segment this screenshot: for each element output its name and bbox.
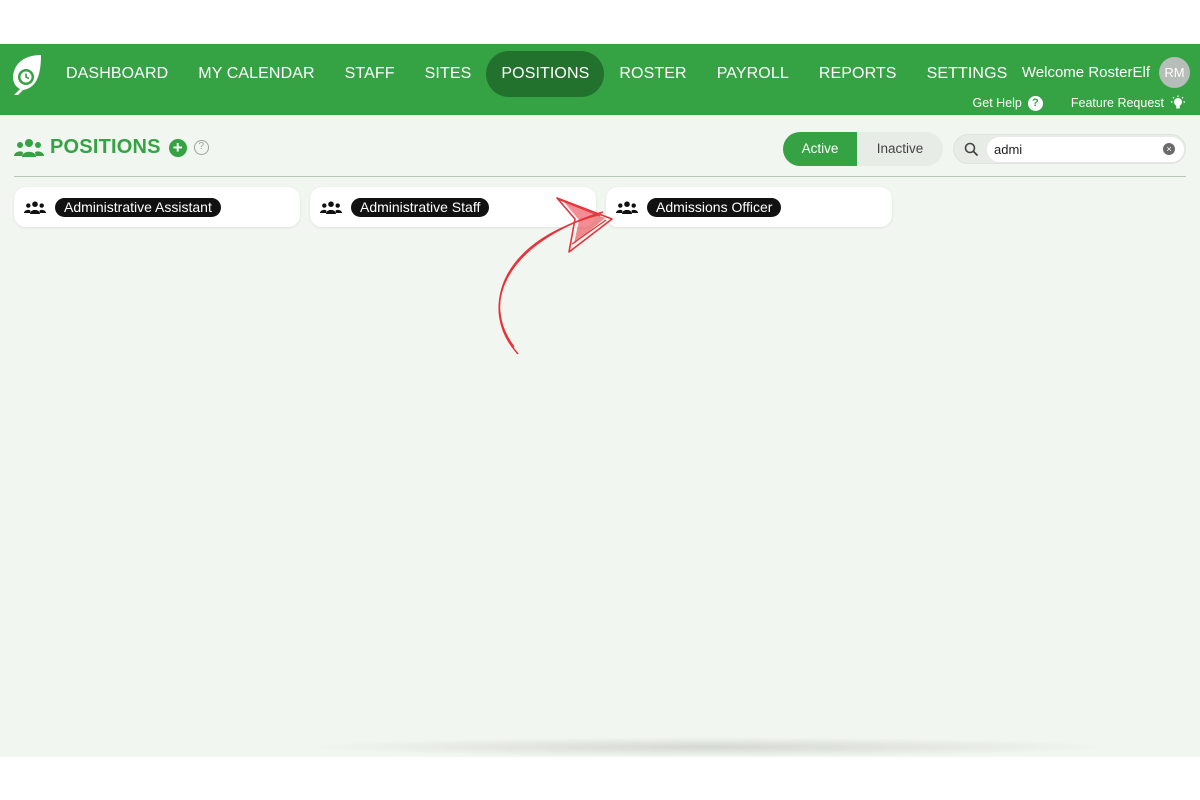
nav-positions[interactable]: POSITIONS [486,51,605,97]
people-group-icon [320,201,342,214]
page-title: POSITIONS [50,136,161,158]
search-box: × [953,134,1186,164]
people-group-icon [14,138,44,157]
nav-roster[interactable]: ROSTER [604,51,701,97]
lightbulb-icon [1171,95,1185,109]
nav-payroll[interactable]: PAYROLL [702,51,804,97]
people-group-icon [616,201,638,214]
add-position-button[interactable]: + [168,138,187,157]
page-header: POSITIONS + ? [14,136,209,159]
nav-my-calendar[interactable]: MY CALENDAR [183,51,329,97]
nav-settings[interactable]: SETTINGS [912,51,1023,97]
avatar[interactable]: RM [1159,57,1190,88]
header-divider [14,176,1186,177]
top-navigation-bar: DASHBOARD MY CALENDAR STAFF SITES POSITI… [0,44,1200,115]
nav-reports[interactable]: REPORTS [804,51,912,97]
search-input[interactable] [987,137,1184,162]
app-frame: DASHBOARD MY CALENDAR STAFF SITES POSITI… [0,44,1200,757]
active-filter-button[interactable]: Active [783,132,857,166]
info-icon[interactable]: ? [193,140,209,155]
position-card[interactable]: Administrative Assistant [14,187,300,227]
position-name: Administrative Staff [351,198,490,217]
position-name: Administrative Assistant [55,198,221,217]
people-group-icon [24,201,46,214]
bottom-shadow [300,737,1120,757]
feature-request-label: Feature Request [1070,96,1164,110]
get-help-link[interactable]: Get Help ? [972,95,1043,111]
get-help-label: Get Help [972,96,1022,110]
main-nav: DASHBOARD MY CALENDAR STAFF SITES POSITI… [51,51,1022,97]
question-circle-icon: ? [1027,95,1043,111]
nav-dashboard[interactable]: DASHBOARD [51,51,183,97]
position-name: Admissions Officer [647,198,782,217]
inactive-filter-button[interactable]: Inactive [857,132,943,166]
help-links: Get Help ? Feature Request [945,95,1186,111]
status-toggle: Active Inactive [783,132,943,166]
rosterelf-logo[interactable] [8,52,44,96]
search-icon [964,142,979,157]
clear-search-icon[interactable]: × [1163,143,1175,155]
nav-sites[interactable]: SITES [410,51,487,97]
nav-staff[interactable]: STAFF [330,51,410,97]
position-card[interactable]: Admissions Officer [606,187,892,227]
feature-request-link[interactable]: Feature Request [1071,95,1186,111]
welcome-text: Welcome RosterElf [1021,64,1150,81]
position-card[interactable]: Administrative Staff [310,187,596,227]
